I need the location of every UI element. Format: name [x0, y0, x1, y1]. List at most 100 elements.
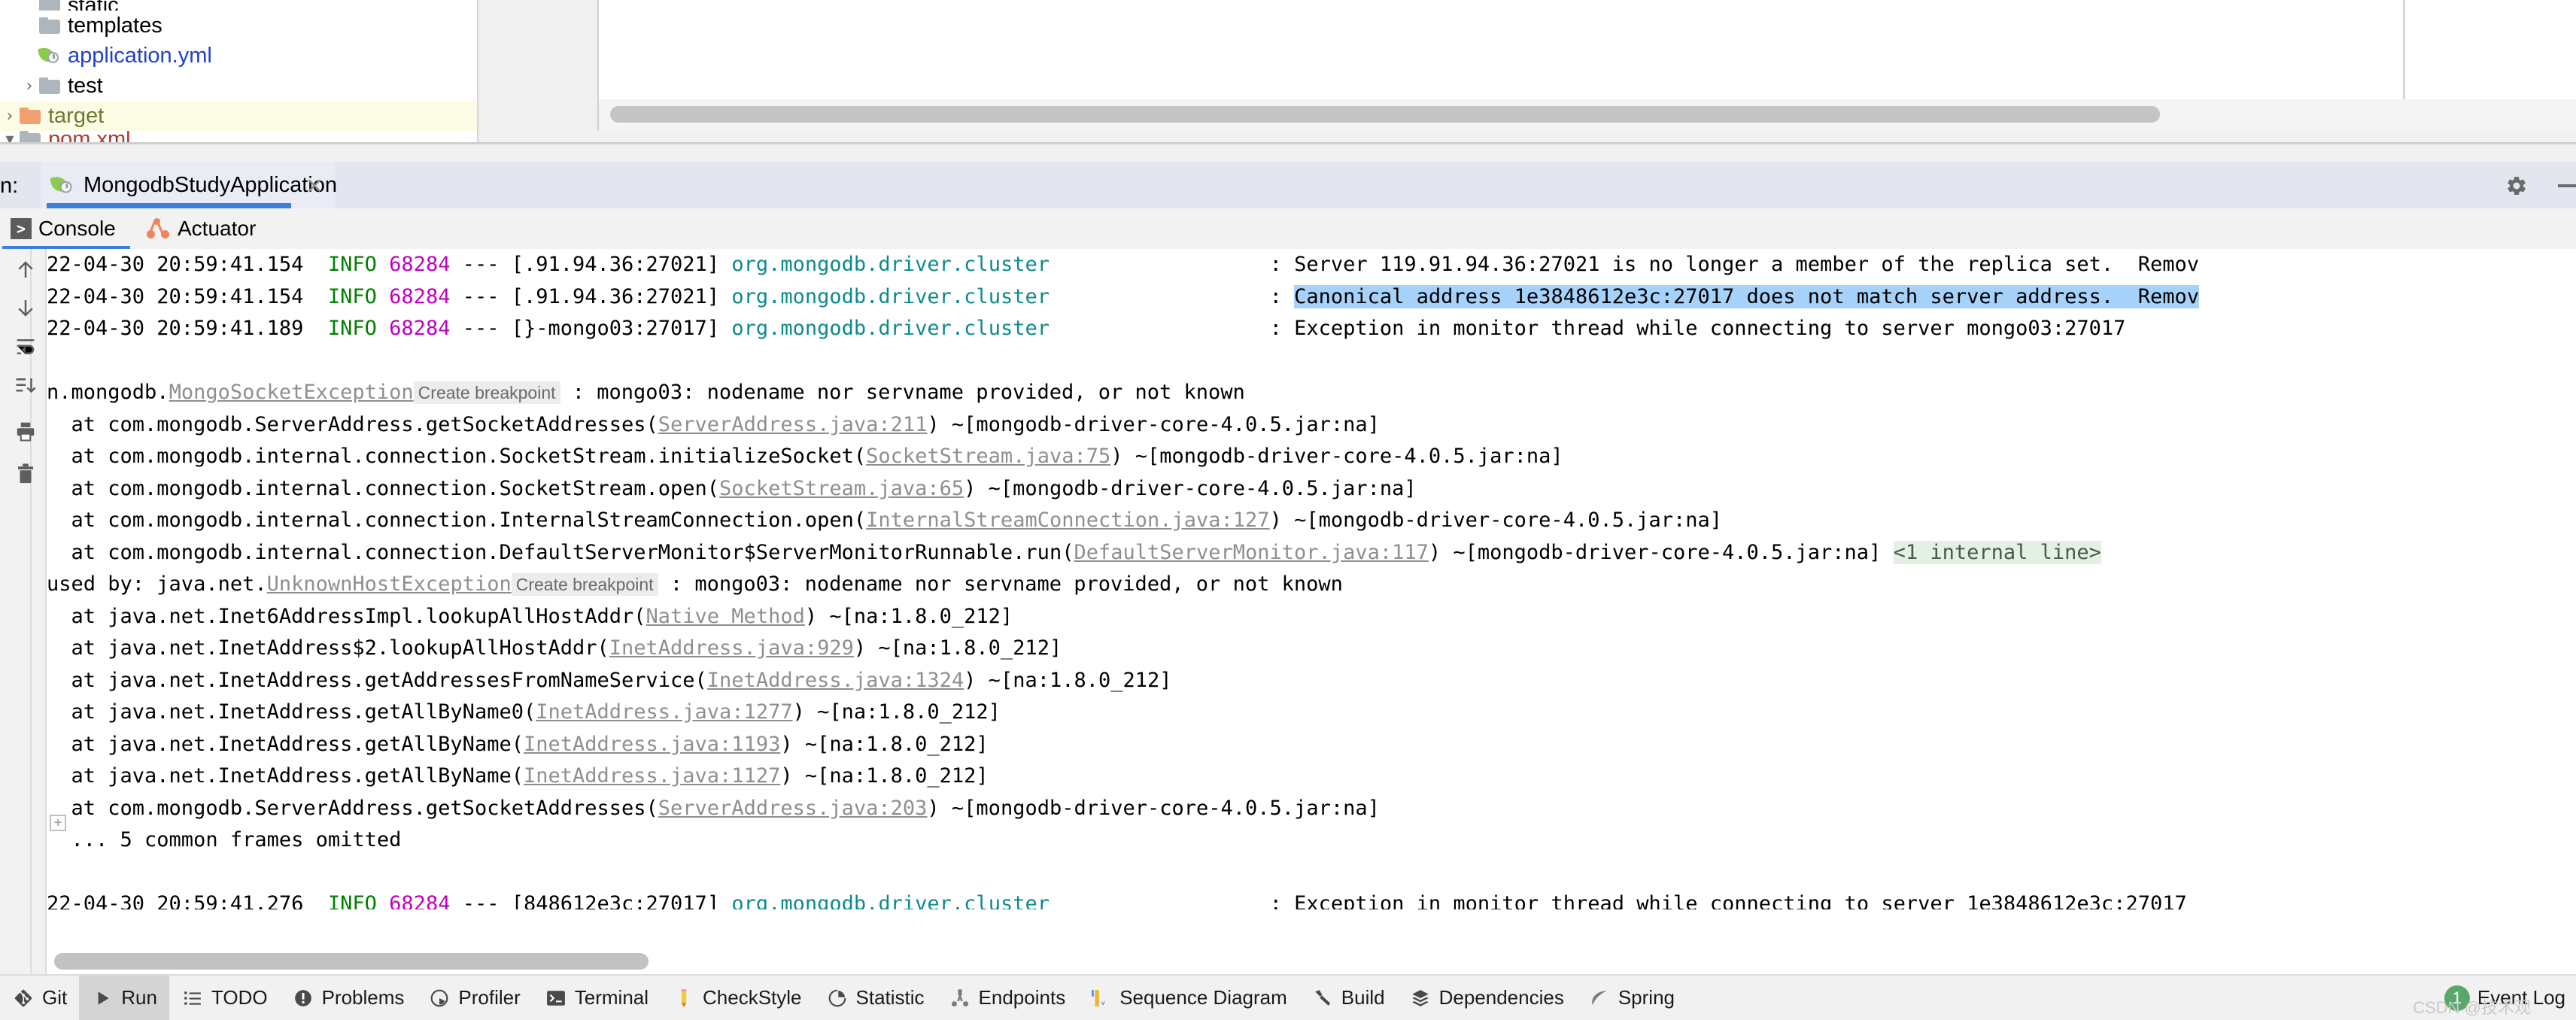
console-segment-link[interactable]: SocketStream.java:65: [719, 477, 964, 500]
console-segment-link[interactable]: ServerAddress.java:211: [658, 413, 928, 436]
console-line[interactable]: at java.net.InetAddress$2.lookupAllHostA…: [47, 633, 2576, 665]
statusbar-item-checkstyle[interactable]: CheckStyle: [661, 976, 814, 1020]
editor-split-divider: [2403, 0, 2405, 99]
console-segment-link[interactable]: DefaultServerMonitor.java:117: [1074, 541, 1428, 564]
trash-icon[interactable]: [11, 458, 41, 488]
console-line[interactable]: at com.mongodb.ServerAddress.getSocketAd…: [47, 793, 2576, 825]
tree-row-test[interactable]: › test: [0, 71, 477, 101]
close-icon[interactable]: ×: [304, 175, 325, 196]
statusbar-item-profiler[interactable]: Profiler: [416, 976, 532, 1020]
console-line[interactable]: at java.net.InetAddress.getAddressesFrom…: [47, 665, 2576, 697]
console-text-area[interactable]: 22-04-30 20:59:41.154 INFO 68284 --- [.9…: [47, 249, 2576, 974]
tree-item-label: templates: [68, 13, 163, 38]
console-segment-plain: : Exception in monitor thread while conn…: [1049, 892, 2187, 909]
console-line[interactable]: 22-04-30 20:59:41.189 INFO 68284 --- [}-…: [47, 313, 2576, 345]
console-line[interactable]: at com.mongodb.internal.connection.Inter…: [47, 505, 2576, 537]
console-horizontal-scrollbar[interactable]: [47, 949, 2576, 974]
console-segment-link[interactable]: MongoSocketException: [169, 381, 414, 404]
console-segment-plain: ... 5 common frames omitted: [47, 828, 402, 852]
console-segment-link[interactable]: InetAddress.java:1324: [707, 669, 964, 692]
statusbar-item-endpoints[interactable]: Endpoints: [937, 976, 1078, 1020]
event-log-badge: 1: [2444, 985, 2470, 1011]
gear-icon[interactable]: [2505, 175, 2528, 197]
console-line[interactable]: ... 5 common frames omitted: [47, 824, 2576, 857]
console-line[interactable]: at java.net.Inet6AddressImpl.lookupAllHo…: [47, 601, 2576, 633]
console-line[interactable]: n.mongodb.MongoSocketException Create bre…: [47, 377, 2576, 409]
statusbar-item-sequence-diagram[interactable]: Sequence Diagram: [1077, 976, 1299, 1020]
statusbar-item-terminal[interactable]: Terminal: [533, 976, 661, 1020]
chevron-down-icon[interactable]: ▾: [0, 131, 20, 142]
console-segment-plain: 22-04-30 20:59:41.189: [47, 317, 328, 340]
actuator-icon: [147, 218, 171, 239]
editor-pane[interactable]: [599, 0, 2576, 142]
console-segment-link[interactable]: SocketStream.java:75: [866, 445, 1110, 468]
statusbar-item-spring[interactable]: Spring: [1576, 976, 1687, 1020]
console-line[interactable]: at com.mongodb.internal.connection.Defau…: [47, 537, 2576, 569]
console-line[interactable]: at java.net.InetAddress.getAllByName0(In…: [47, 697, 2576, 729]
editor-horizontal-scrollbar[interactable]: [599, 99, 2576, 131]
console-segment-info: INFO: [327, 253, 377, 276]
console-blank-line[interactable]: [47, 345, 2576, 378]
console-segment-link[interactable]: Native Method: [646, 605, 805, 628]
scroll-down-button[interactable]: [11, 293, 41, 323]
tree-row-pom[interactable]: ▾ pom.xml: [0, 131, 477, 142]
console-line[interactable]: at java.net.InetAddress.getAllByName(Ine…: [47, 729, 2576, 761]
console-line[interactable]: used by: java.net.UnknownHostException Cr…: [47, 569, 2576, 601]
event-log-button[interactable]: 1 Event Log: [2444, 976, 2565, 1020]
console-segment-link[interactable]: InetAddress.java:1193: [524, 733, 780, 756]
console-segment-info: INFO: [327, 284, 377, 308]
tree-row-application-yml[interactable]: application.yml: [0, 41, 477, 71]
statusbar-item-dependencies[interactable]: Dependencies: [1397, 976, 1576, 1020]
scroll-to-end-icon[interactable]: [11, 371, 41, 401]
console-line[interactable]: at com.mongodb.internal.connection.Socke…: [47, 441, 2576, 473]
console-segment-plain: at com.mongodb.internal.connection.Socke…: [47, 445, 867, 468]
console-line[interactable]: at com.mongodb.internal.connection.Socke…: [47, 473, 2576, 505]
console-segment-link[interactable]: InetAddress.java:1127: [524, 764, 780, 788]
statusbar-item-problems[interactable]: Problems: [280, 976, 417, 1020]
scrollbar-thumb[interactable]: [610, 106, 2160, 123]
printer-icon[interactable]: [11, 416, 41, 446]
console-line[interactable]: 22-04-30 20:59:41.276 INFO 68284 --- [84…: [47, 888, 2576, 909]
statusbar-item-label: Spring: [1618, 986, 1675, 1009]
statusbar-item-label: Sequence Diagram: [1119, 986, 1287, 1009]
console-segment-plain: ) ~[mongodb-driver-core-4.0.5.jar:na]: [1110, 445, 1563, 468]
chevron-right-icon[interactable]: ›: [20, 77, 39, 96]
maven-file-icon: [20, 131, 41, 142]
console-output-panel[interactable]: + 22-04-30 20:59:41.154 INFO 68284 --- […: [0, 249, 2576, 974]
console-segment-plain: 22-04-30 20:59:41.154: [47, 253, 328, 276]
console-line[interactable]: 22-04-30 20:59:41.154 INFO 68284 --- [.9…: [47, 281, 2576, 314]
run-configuration-tab[interactable]: MongodbStudyApplication: [41, 162, 337, 208]
console-segment-link[interactable]: UnknownHostException: [267, 572, 512, 596]
tree-row[interactable]: static: [0, 0, 477, 11]
statusbar-item-label: CheckStyle: [703, 986, 802, 1009]
statusbar-item-git[interactable]: Git: [0, 976, 79, 1020]
console-segment-link[interactable]: ServerAddress.java:203: [658, 797, 928, 820]
statusbar-item-statistic[interactable]: Statistic: [814, 976, 937, 1020]
console-segment-plain: used by: java.net.: [47, 572, 267, 596]
console-segment-link[interactable]: InetAddress.java:929: [609, 636, 854, 660]
scroll-up-button[interactable]: [11, 255, 41, 285]
soft-wrap-icon[interactable]: [11, 332, 41, 362]
project-tree-panel[interactable]: static templates application.yml › test …: [0, 0, 477, 142]
tab-console[interactable]: > Console: [11, 213, 116, 244]
console-segment-link[interactable]: InetAddress.java:1277: [536, 700, 792, 724]
console-segment-plain: 22-04-30 20:59:41.154: [47, 284, 328, 308]
scrollbar-thumb[interactable]: [54, 953, 649, 970]
console-line[interactable]: at com.mongodb.ServerAddress.getSocketAd…: [47, 409, 2576, 442]
tree-row-target[interactable]: › target: [0, 101, 477, 131]
console-line[interactable]: 22-04-30 20:59:41.154 INFO 68284 --- [.9…: [47, 249, 2576, 281]
tree-row[interactable]: templates: [0, 11, 477, 41]
console-segment-link[interactable]: InternalStreamConnection.java:127: [866, 508, 1269, 532]
statusbar-item-run[interactable]: Run: [79, 976, 169, 1020]
tab-actuator[interactable]: Actuator: [147, 213, 256, 244]
console-segment-badge[interactable]: Create breakpoint: [413, 381, 560, 404]
console-segment-plain: ) ~[na:1.8.0_212]: [792, 700, 1001, 724]
statusbar-item-build[interactable]: Build: [1299, 976, 1397, 1020]
console-segment-badge[interactable]: Create breakpoint: [511, 573, 658, 596]
minimize-icon[interactable]: [2558, 184, 2576, 187]
statusbar-item-todo[interactable]: TODO: [169, 976, 280, 1020]
console-blank-line[interactable]: [47, 857, 2576, 889]
console-icon: >: [11, 218, 32, 239]
console-line[interactable]: at java.net.InetAddress.getAllByName(Ine…: [47, 760, 2576, 793]
chevron-right-icon[interactable]: ›: [0, 107, 20, 126]
